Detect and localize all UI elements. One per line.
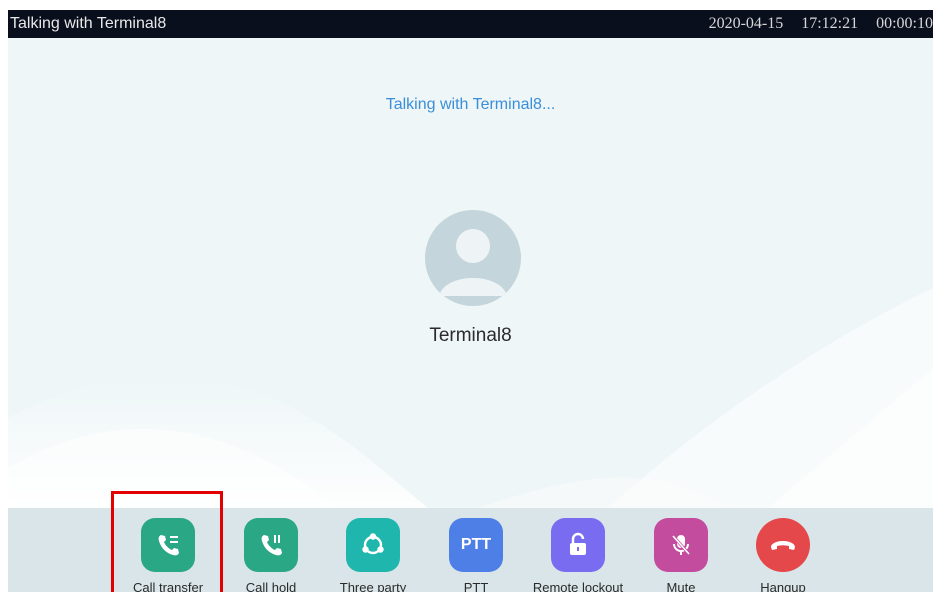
status-clock: 2020-04-15 17:12:21 00:00:10 xyxy=(695,10,933,38)
mute-label: Mute xyxy=(666,580,696,592)
remote-lockout-button[interactable]: Remote lockout xyxy=(528,518,628,592)
call-duration: 00:00:10 xyxy=(876,15,933,32)
three-party-button[interactable]: Three party xyxy=(323,518,423,592)
status-time: 17:12:21 xyxy=(801,15,859,32)
user-avatar-icon xyxy=(425,210,521,306)
remote-lockout-label: Remote lockout xyxy=(532,580,624,592)
status-title: Talking with Terminal8 xyxy=(10,15,167,32)
ptt-label: PTT xyxy=(463,580,489,592)
call-status-text: Talking with Terminal8... xyxy=(385,96,556,113)
contact-name: Terminal8 xyxy=(429,325,512,346)
highlight-box xyxy=(111,491,223,592)
ptt-icon: PTT xyxy=(449,518,503,572)
three-party-icon xyxy=(346,518,400,572)
hangup-icon xyxy=(756,518,810,572)
unlock-icon xyxy=(551,518,605,572)
call-hold-label: Call hold xyxy=(245,580,297,592)
status-date: 2020-04-15 xyxy=(708,15,784,32)
mute-button[interactable]: Mute xyxy=(631,518,731,592)
call-hold-icon xyxy=(244,518,298,572)
hangup-button[interactable]: Hangup xyxy=(733,518,833,592)
ptt-button[interactable]: PTT PTT xyxy=(426,518,526,592)
three-party-label: Three party xyxy=(339,580,407,592)
hangup-label: Hangup xyxy=(760,580,806,592)
call-screen: Talking with Terminal8 2020-04-15 17:12:… xyxy=(8,10,933,592)
microphone-muted-icon xyxy=(654,518,708,572)
status-bar: Talking with Terminal8 2020-04-15 17:12:… xyxy=(8,10,933,38)
call-hold-button[interactable]: Call hold xyxy=(221,518,321,592)
